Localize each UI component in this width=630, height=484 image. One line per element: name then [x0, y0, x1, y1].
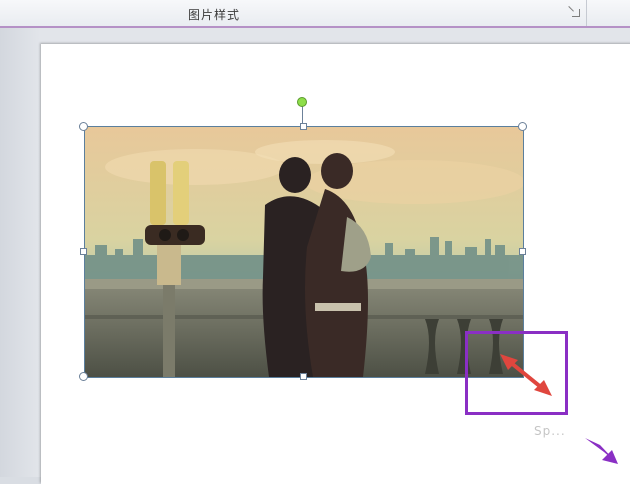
- resize-handle-bottom[interactable]: [300, 373, 307, 380]
- resize-handle-top-left[interactable]: [79, 122, 88, 131]
- resize-handle-left[interactable]: [80, 248, 87, 255]
- ribbon-group-bar: 图片样式: [0, 0, 630, 28]
- rotation-handle[interactable]: [297, 97, 307, 107]
- resize-handle-top-right[interactable]: [518, 122, 527, 131]
- selected-picture[interactable]: [84, 126, 524, 378]
- picture-styles-group-label: 图片样式: [188, 8, 241, 22]
- resize-handle-top[interactable]: [300, 123, 307, 130]
- watermark-text: Sp...: [534, 424, 566, 438]
- ribbon-divider: [586, 0, 587, 26]
- couple-photo-image: [85, 127, 523, 377]
- resize-handle-bottom-left[interactable]: [79, 372, 88, 381]
- annotation-highlight-box: [465, 331, 568, 415]
- rotation-handle-line: [302, 106, 303, 124]
- dialog-launcher-icon[interactable]: [572, 9, 580, 17]
- resize-handle-right[interactable]: [519, 248, 526, 255]
